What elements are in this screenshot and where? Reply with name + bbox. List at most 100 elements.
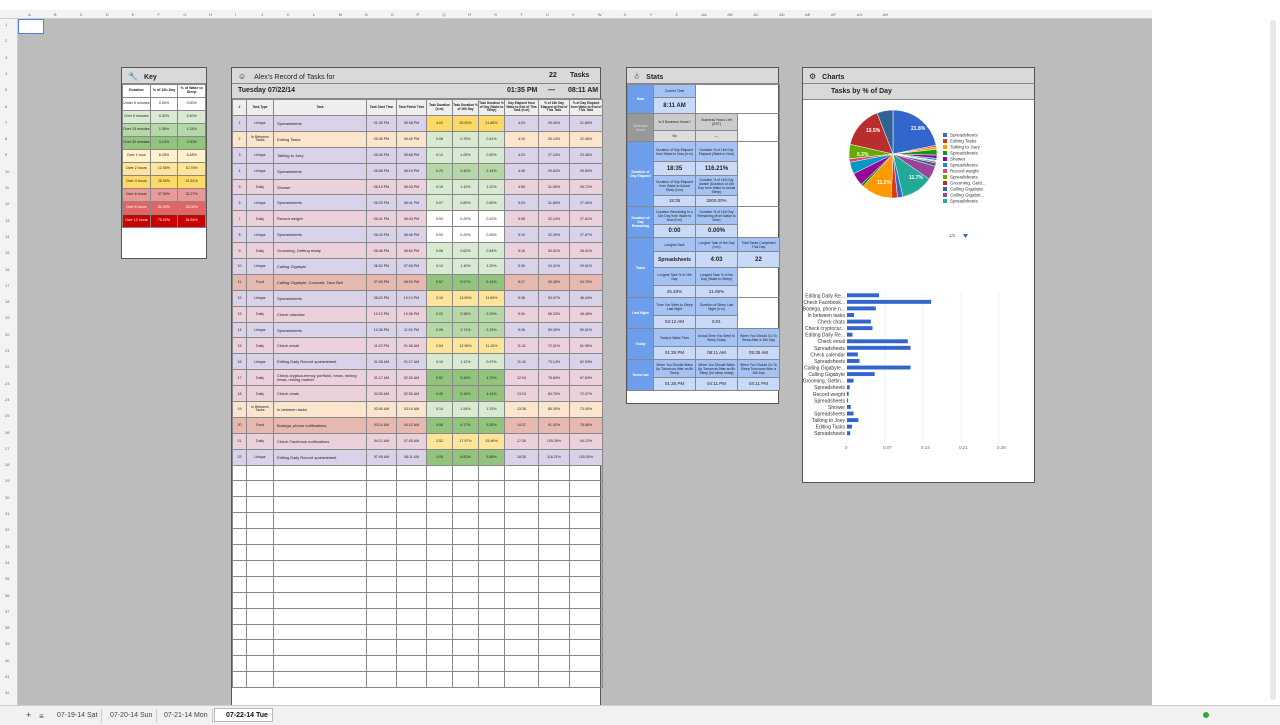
sheet-tab[interactable]: 07-21-14 Mon bbox=[160, 709, 213, 723]
row-header[interactable]: 20 bbox=[5, 332, 9, 337]
row-header[interactable]: 15 bbox=[5, 250, 9, 255]
bar[interactable] bbox=[847, 378, 854, 383]
sheet-grid[interactable]: 🔧 Key Duration % of 16h Day % of Wake to … bbox=[18, 19, 1152, 707]
bar[interactable] bbox=[847, 345, 911, 350]
task-row[interactable]: 13 Daily Check calendar 10:13 PM 10:36 PM 0:2… bbox=[232, 305, 603, 323]
row-header[interactable]: 13 bbox=[5, 218, 9, 223]
bar[interactable] bbox=[847, 431, 851, 436]
column-header[interactable]: AA bbox=[701, 12, 706, 17]
column-header[interactable]: Z bbox=[676, 12, 678, 17]
column-header[interactable]: S bbox=[494, 12, 497, 17]
task-row[interactable]: 3 Unique Talking to Joey 05:45 PM 05:58 PM 0:… bbox=[232, 146, 603, 164]
vertical-scrollbar[interactable] bbox=[1270, 20, 1276, 700]
task-row[interactable]: 9 Daily Grooming, Getting ready 06:46 PM 06:… bbox=[232, 242, 603, 260]
column-header[interactable]: C bbox=[80, 12, 83, 17]
bar[interactable] bbox=[847, 306, 876, 311]
task-row[interactable]: 7 Daily Record weight 06:41 PM 06:43 PM 0:02 0… bbox=[232, 210, 603, 228]
row-header[interactable]: 27 bbox=[5, 446, 9, 451]
row-header[interactable]: 33 bbox=[5, 544, 9, 549]
row-header[interactable]: 14 bbox=[5, 234, 9, 239]
column-header[interactable]: O bbox=[391, 12, 394, 17]
row-header[interactable]: 36 bbox=[5, 593, 9, 598]
bar[interactable] bbox=[847, 418, 859, 423]
column-header[interactable]: B bbox=[54, 12, 57, 17]
row-header[interactable]: 18 bbox=[5, 299, 9, 304]
task-row[interactable]: 18 Daily Check chats 02:00 AM 02:50 AM 0:49 5.… bbox=[232, 385, 603, 403]
sheet-tab[interactable]: 07-19-14 Sat bbox=[53, 709, 103, 723]
task-row[interactable]: 2 In Between Tasks Editing Tasks 05:38 PM 05… bbox=[232, 130, 603, 148]
row-header[interactable]: 29 bbox=[5, 478, 9, 483]
column-header[interactable]: T bbox=[520, 12, 522, 17]
row-header[interactable]: 5 bbox=[5, 87, 7, 92]
bar[interactable] bbox=[847, 293, 880, 298]
bar[interactable] bbox=[847, 313, 855, 317]
column-header[interactable]: W bbox=[598, 12, 602, 17]
row-header[interactable]: 42 bbox=[5, 690, 9, 695]
task-row[interactable]: 17 Daily Check cryptocurrency portfolio, n… bbox=[232, 369, 603, 387]
column-header[interactable]: AD bbox=[779, 12, 785, 17]
row-header[interactable]: 4 bbox=[5, 71, 7, 76]
bar[interactable] bbox=[847, 365, 911, 370]
row-header[interactable]: 35 bbox=[5, 576, 9, 581]
bar[interactable] bbox=[847, 358, 860, 363]
row-header[interactable]: 22 bbox=[5, 364, 9, 369]
task-row[interactable]: 16 Unique Editing Daily Record spreadsheet… bbox=[232, 353, 603, 371]
column-header[interactable]: J bbox=[261, 12, 263, 17]
column-header[interactable]: I bbox=[235, 12, 236, 17]
bar[interactable] bbox=[847, 404, 851, 409]
column-header[interactable]: G bbox=[183, 12, 186, 17]
row-header[interactable]: 6 bbox=[5, 104, 7, 109]
column-header[interactable]: A bbox=[28, 12, 31, 17]
bar[interactable] bbox=[847, 372, 875, 377]
row-header[interactable]: 26 bbox=[5, 430, 9, 435]
row-header[interactable]: 37 bbox=[5, 609, 9, 614]
bar[interactable] bbox=[847, 398, 849, 403]
sheet-tab[interactable]: 07-20-14 Sun bbox=[106, 709, 158, 723]
column-header[interactable]: F bbox=[158, 12, 160, 17]
row-header[interactable]: 23 bbox=[5, 381, 9, 386]
column-header[interactable]: AE bbox=[805, 12, 810, 17]
column-header[interactable]: AC bbox=[753, 12, 759, 17]
pager-down-icon[interactable] bbox=[963, 234, 968, 238]
row-header[interactable]: 1 bbox=[5, 22, 7, 27]
add-sheet-icon[interactable]: + bbox=[22, 707, 35, 721]
column-header[interactable]: L bbox=[313, 12, 315, 17]
bar[interactable] bbox=[847, 352, 858, 357]
row-header[interactable]: 21 bbox=[5, 348, 9, 353]
bar[interactable] bbox=[847, 299, 932, 304]
task-row[interactable]: 22 Unique Editing Daily Record spreadsheet… bbox=[232, 448, 603, 466]
task-row[interactable]: 21 Daily Check Facebook notifications 04:12… bbox=[232, 432, 603, 450]
column-header[interactable]: H bbox=[209, 12, 212, 17]
column-header[interactable]: Q bbox=[442, 12, 445, 17]
task-row[interactable]: 4 Unique Spreadsheets 05:58 PM 06:19 PM 0:23 2… bbox=[232, 162, 603, 180]
row-header[interactable]: 24 bbox=[5, 397, 9, 402]
task-row[interactable]: 8 Unique Spreadsheets 06:43 PM 06:46 PM 0:02 0… bbox=[232, 226, 603, 244]
column-header[interactable]: M bbox=[339, 12, 342, 17]
row-header[interactable]: 39 bbox=[5, 641, 9, 646]
row-header[interactable]: 2 bbox=[5, 38, 7, 43]
task-row[interactable]: 14 Unique Spreadsheets 10:36 PM 11:02 PM 0:26… bbox=[232, 321, 603, 339]
row-header[interactable]: 8 bbox=[5, 136, 7, 141]
bar[interactable] bbox=[847, 411, 854, 416]
row-header[interactable]: 41 bbox=[5, 674, 9, 679]
bar[interactable] bbox=[847, 319, 871, 324]
task-row[interactable]: 5 Daily Shower 06:19 PM 06:33 PM 0:15 1.42% 1.2… bbox=[232, 178, 603, 196]
task-row[interactable]: 19 In Between Tasks In between tasks 02:50 … bbox=[232, 401, 603, 418]
column-header[interactable]: N bbox=[365, 12, 368, 17]
row-header[interactable]: 3 bbox=[5, 55, 7, 60]
row-header[interactable]: 31 bbox=[5, 511, 9, 516]
bar[interactable] bbox=[847, 385, 850, 390]
column-header[interactable]: K bbox=[287, 12, 290, 17]
column-header[interactable]: P bbox=[417, 12, 420, 17]
task-row[interactable]: 20 Food Bodega, phone notifications 03:14 A… bbox=[232, 416, 603, 434]
task-row[interactable]: 1 Unique Spreadsheets 01:35 PM 05:38 PM 4:03 2… bbox=[232, 115, 603, 132]
bar[interactable] bbox=[847, 339, 908, 344]
column-header[interactable]: Y bbox=[650, 12, 653, 17]
bar[interactable] bbox=[847, 326, 873, 331]
row-header[interactable]: 7 bbox=[5, 120, 7, 125]
task-row[interactable]: 15 Daily Check email 11:02 PM 01:06 AM 2:04 12… bbox=[232, 337, 603, 355]
row-header[interactable]: 16 bbox=[5, 267, 9, 272]
task-row[interactable]: 11 Food Calling Gigabyte, Comcast, Taco Be… bbox=[232, 273, 603, 291]
column-header[interactable]: AB bbox=[727, 12, 732, 17]
column-header[interactable]: D bbox=[106, 12, 109, 17]
